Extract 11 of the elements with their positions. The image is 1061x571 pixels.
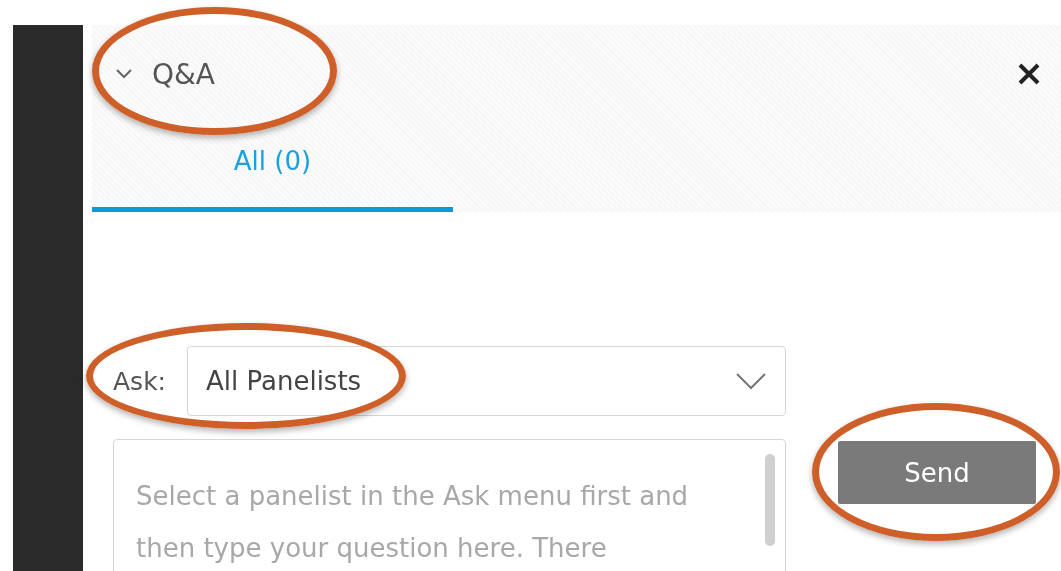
chevron-down-icon[interactable]	[116, 69, 132, 79]
close-icon[interactable]	[1017, 62, 1041, 86]
recipient-dropdown[interactable]: All Panelists	[187, 346, 786, 416]
tab[interactable]: All (0)	[92, 123, 453, 212]
send-button[interactable]: Send	[838, 441, 1036, 504]
caret-icon	[735, 372, 767, 390]
dropdown-value: All Panelists	[206, 366, 362, 396]
scrollbar-thumb[interactable]	[765, 454, 775, 546]
question-field[interactable]: Select a panelist in the Ask menu first and then type your question here. There	[113, 439, 786, 571]
panel-title: Q&A	[152, 57, 216, 91]
ask-label: Ask:	[113, 366, 168, 396]
